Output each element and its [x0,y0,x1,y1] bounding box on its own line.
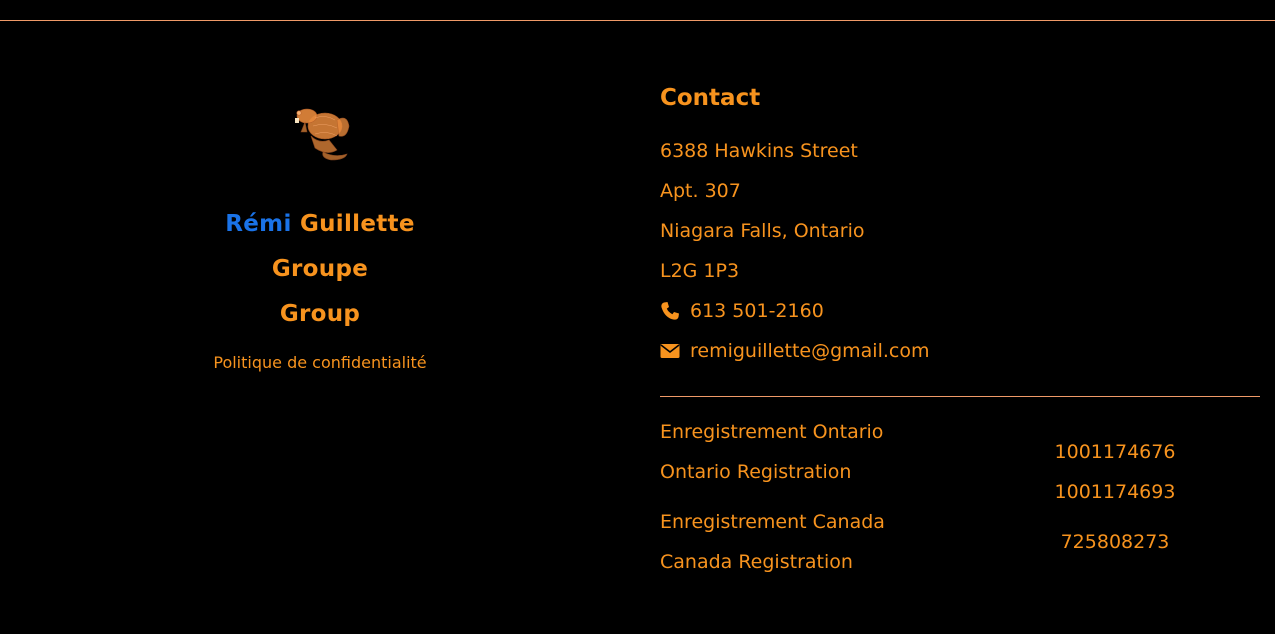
phone-row: 613 501-2160 [660,291,1260,331]
registration-canada-en: Canada Registration [660,551,853,573]
top-divider [0,20,1275,21]
privacy-policy-link[interactable]: Politique de confidentialité [213,353,426,372]
contact-heading: Contact [660,85,761,111]
address-street: 6388 Hawkins Street [660,140,858,162]
brand-first-name: Rémi [225,211,292,237]
address-apartment: Apt. 307 [660,180,741,202]
registration-ontario-number-1: 1001174676 [1054,441,1176,463]
beaver-icon [295,108,350,161]
contact-section: Contact 6388 Hawkins Street Apt. 307 Nia… [660,80,1260,597]
email-link[interactable]: remiguillette@gmail.com [690,331,929,371]
brand-last-name: Guillette [299,211,415,237]
address-block: 6388 Hawkins Street Apt. 307 Niagara Fal… [660,131,1260,371]
phone-link[interactable]: 613 501-2160 [690,291,824,331]
registration-canada-number: 725808273 [1060,531,1170,553]
registration-ontario-fr: Enregistrement Ontario [660,421,884,443]
address-postal-code: L2G 1P3 [660,260,740,282]
registration-canada-fr: Enregistrement Canada [660,511,885,533]
brand-line-groupe: Groupe [271,256,369,282]
brand-block: Rémi Guillette Groupe Group Politique de… [170,96,470,372]
envelope-icon [660,344,680,358]
registration-ontario-number-2: 1001174693 [1054,481,1176,503]
registration-ontario-en: Ontario Registration [660,461,852,483]
registration-block: Enregistrement Ontario Ontario Registrat… [660,397,1260,597]
phone-icon [661,302,679,320]
company-name: Rémi Guillette Groupe Group [170,202,470,337]
address-city: Niagara Falls, Ontario [660,220,865,242]
email-row: remiguillette@gmail.com [660,331,1260,371]
brand-line-group: Group [279,301,361,327]
